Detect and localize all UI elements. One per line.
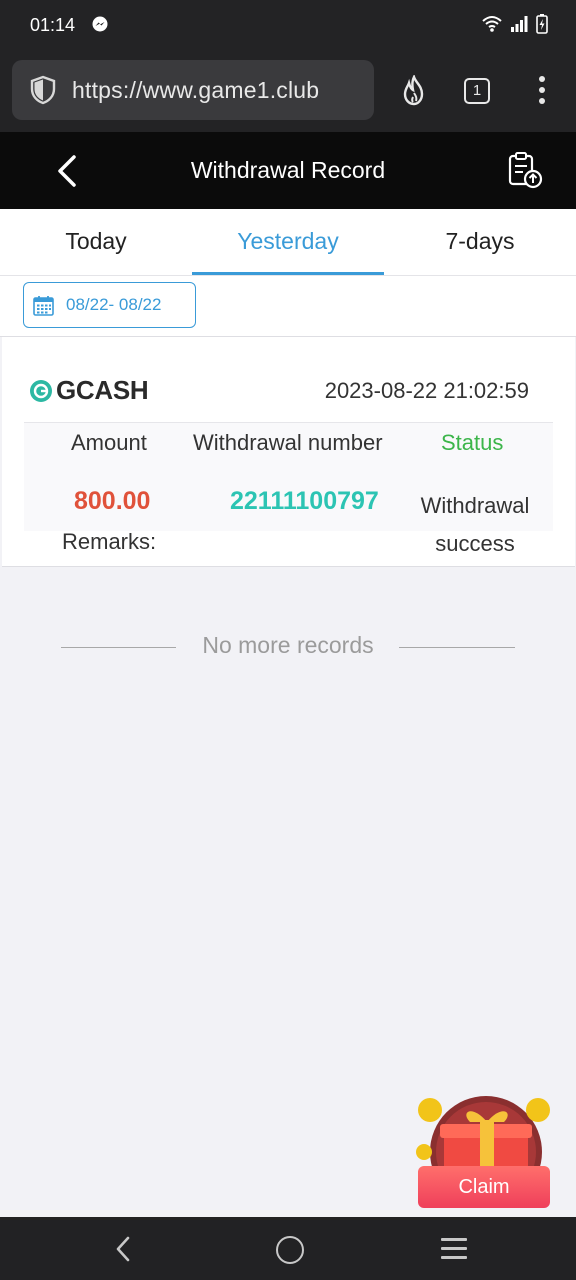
nav-home-icon[interactable] [276,1236,304,1264]
messenger-icon [92,16,108,32]
no-more-records-text: No more records [202,632,374,658]
url-bar[interactable]: https://www.game1.club [12,60,374,120]
wifi-icon [482,16,502,32]
no-more-records: No more records [0,630,576,664]
tabs-count-icon[interactable]: 1 [464,78,490,104]
browser-toolbar: https://www.game1.club 1 [0,50,576,132]
date-filter-row: 08/22- 08/22 [0,276,576,337]
status-icons [482,14,548,34]
clipboard-upload-icon[interactable] [506,150,544,190]
period-tabs: Today Yesterday 7-days [0,209,576,276]
url-text[interactable]: https://www.game1.club [72,77,319,104]
withdrawal-number-value[interactable]: 22111100797 [230,487,379,516]
withdrawal-number-label: Withdrawal number [193,430,383,455]
nav-recents-icon[interactable] [441,1238,467,1260]
signal-icon [511,16,528,32]
tab-7-days[interactable]: 7-days [384,209,576,275]
tab-yesterday[interactable]: Yesterday [192,209,384,275]
fire-icon[interactable] [398,75,430,107]
payment-method-name: GCASH [56,375,149,405]
status-time: 01:14 [30,15,76,35]
claim-button[interactable]: Claim [418,1166,550,1208]
remarks-label: Remarks: [62,529,157,554]
more-menu-icon[interactable] [538,76,546,106]
withdrawal-record-card: GCASH 2023-08-22 21:02:59 Amount Withdra… [2,337,575,567]
amount-value: 800.00 [74,487,151,515]
calendar-icon [33,295,54,316]
status-bar: 01:14 [0,0,576,50]
battery-charging-icon [536,14,548,34]
gcash-logo-icon [30,380,52,402]
status-value: Withdrawal success [410,487,540,563]
record-timestamp: 2023-08-22 21:02:59 [324,378,529,403]
tab-today[interactable]: Today [0,209,192,275]
date-range-text[interactable]: 08/22- 08/22 [66,295,161,315]
right-rule [399,647,515,648]
shield-icon[interactable] [28,75,58,105]
page-title: Withdrawal Record [190,157,386,183]
amount-label: Amount [71,430,147,455]
claim-gift-widget[interactable]: Claim [412,1090,562,1215]
date-range-picker[interactable]: 08/22- 08/22 [23,282,196,328]
status-label: Status [441,430,504,455]
system-nav-bar [0,1217,576,1280]
nav-back-icon[interactable] [112,1235,134,1263]
status-value-line1: Withdrawal [420,493,530,518]
app-header: Withdrawal Record [0,132,576,209]
status-value-line2: success [435,531,515,556]
